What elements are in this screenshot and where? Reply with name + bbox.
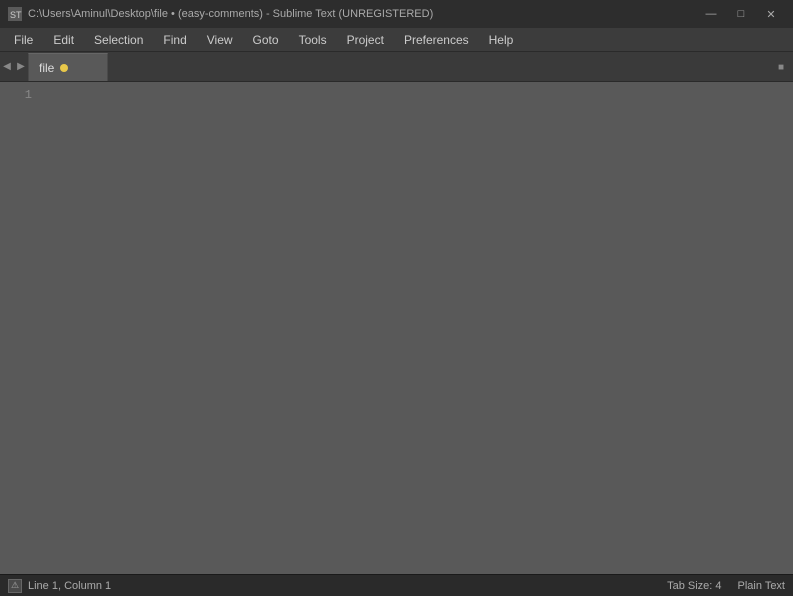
close-button[interactable]: ✕ <box>757 4 785 24</box>
menu-find[interactable]: Find <box>153 29 196 51</box>
editor-area: 1 <box>0 82 793 574</box>
tab-nav-right-button[interactable]: ▶ <box>14 51 28 81</box>
app-icon: ST <box>8 7 22 21</box>
minimize-button[interactable]: — <box>697 4 725 24</box>
menu-tools[interactable]: Tools <box>289 29 337 51</box>
status-right: Tab Size: 4 Plain Text <box>667 580 785 592</box>
menu-goto[interactable]: Goto <box>243 29 289 51</box>
window-title: C:\Users\Aminul\Desktop\file • (easy-com… <box>28 8 691 20</box>
syntax-indicator[interactable]: Plain Text <box>738 580 786 592</box>
maximize-button[interactable]: □ <box>727 4 755 24</box>
tab-nav-left-button[interactable]: ◀ <box>0 51 14 81</box>
title-bar: ST C:\Users\Aminul\Desktop\file • (easy-… <box>0 0 793 28</box>
cursor-position: Line 1, Column 1 <box>28 580 111 592</box>
tab-size-indicator[interactable]: Tab Size: 4 <box>667 580 721 592</box>
line-numbers: 1 <box>0 82 40 574</box>
line-number-1: 1 <box>25 86 32 104</box>
menu-bar: File Edit Selection Find View Goto Tools… <box>0 28 793 52</box>
warning-icon[interactable]: ⚠ <box>8 579 22 593</box>
tab-modified-indicator <box>60 64 68 72</box>
menu-help[interactable]: Help <box>479 29 524 51</box>
menu-edit[interactable]: Edit <box>43 29 84 51</box>
status-left: ⚠ Line 1, Column 1 <box>8 579 663 593</box>
menu-preferences[interactable]: Preferences <box>394 29 479 51</box>
tab-label: file <box>39 61 54 75</box>
menu-file[interactable]: File <box>4 29 43 51</box>
menu-view[interactable]: View <box>197 29 243 51</box>
menu-selection[interactable]: Selection <box>84 29 153 51</box>
window-controls: — □ ✕ <box>697 4 785 24</box>
editor-content[interactable] <box>40 82 793 574</box>
tab-right-icon[interactable]: ■ <box>771 53 791 81</box>
menu-project[interactable]: Project <box>337 29 394 51</box>
active-tab[interactable]: file <box>28 53 108 81</box>
status-bar: ⚠ Line 1, Column 1 Tab Size: 4 Plain Tex… <box>0 574 793 596</box>
tab-bar: ◀ ▶ file ■ <box>0 52 793 82</box>
svg-text:ST: ST <box>10 10 22 20</box>
